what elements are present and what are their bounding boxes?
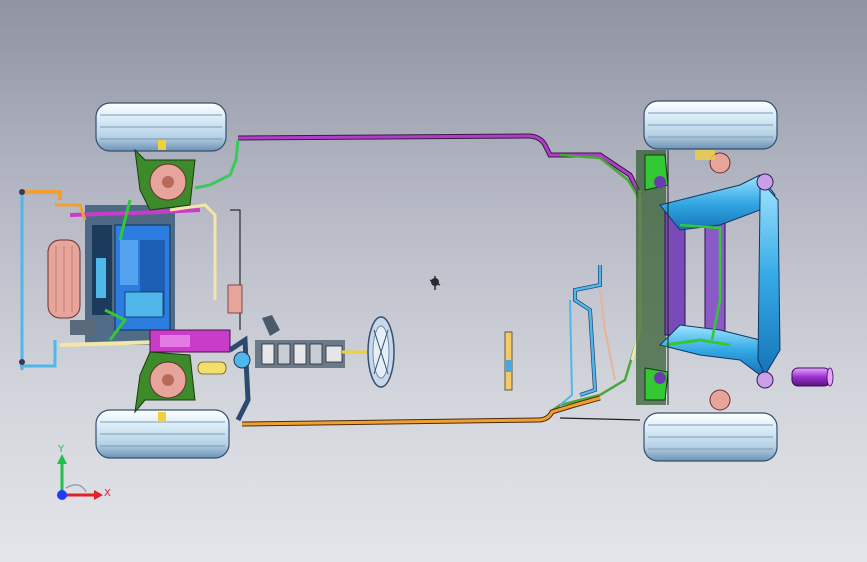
steering-wheel[interactable] <box>367 316 395 388</box>
cad-viewport[interactable]: Y X <box>0 0 867 562</box>
brake-line-bottom[interactable] <box>241 395 641 427</box>
rear-left-wheel[interactable] <box>643 100 778 150</box>
axis-label-y: Y <box>58 444 65 455</box>
mid-hoses <box>504 190 642 406</box>
muffler[interactable] <box>791 367 834 387</box>
rear-right-wheel[interactable] <box>643 412 778 462</box>
rear-axle[interactable] <box>636 150 781 411</box>
triad-graphic <box>57 454 103 500</box>
axis-triad <box>40 440 120 510</box>
brake-line-top[interactable] <box>194 133 643 414</box>
axis-label-x: X <box>104 488 111 499</box>
engine-assembly[interactable] <box>19 189 243 375</box>
chassis-model[interactable] <box>0 0 867 562</box>
center-bracket <box>429 276 441 290</box>
steering-column[interactable] <box>228 315 368 422</box>
